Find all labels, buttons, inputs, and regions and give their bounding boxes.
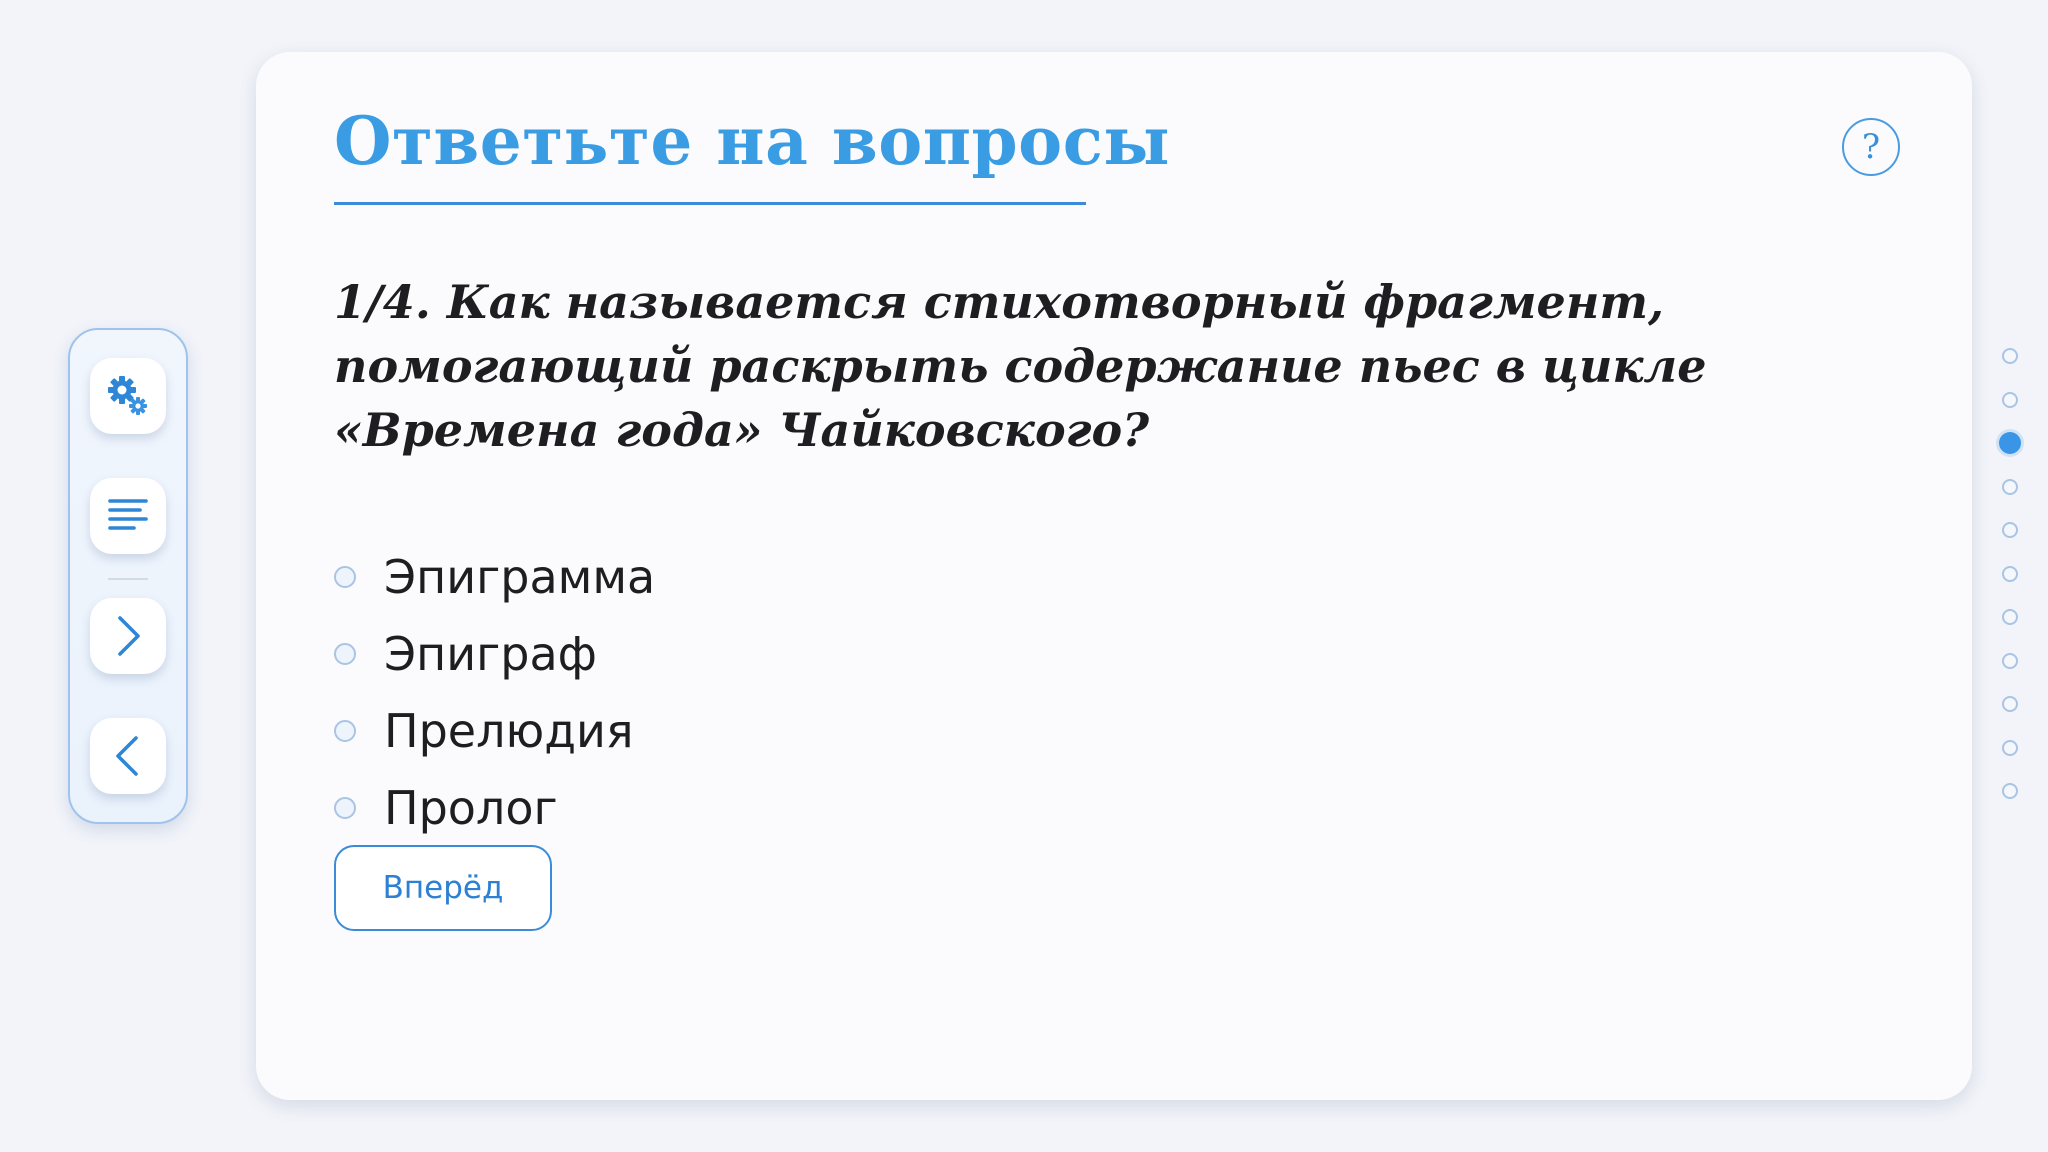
answer-option[interactable]: Пролог	[334, 769, 1134, 846]
chevron-left-icon	[116, 736, 138, 776]
answer-option[interactable]: Эпиграмма	[334, 538, 1134, 615]
chevron-right-icon	[118, 616, 140, 656]
progress-dot[interactable]	[2002, 652, 2018, 669]
settings-button[interactable]	[90, 358, 166, 434]
progress-dot[interactable]	[2002, 391, 2018, 408]
answer-option-label: Эпиграмма	[384, 549, 656, 604]
progress-dot[interactable]	[2002, 478, 2018, 495]
answer-option-label: Эпиграф	[384, 626, 597, 681]
quiz-card: Ответьте на вопросы ? 1/4. Как называетс…	[256, 52, 1972, 1100]
title-underline	[334, 202, 1086, 205]
side-toolbar	[68, 328, 188, 824]
progress-dot[interactable]	[2002, 739, 2018, 756]
answer-option[interactable]: Прелюдия	[334, 692, 1134, 769]
help-button[interactable]: ?	[1842, 118, 1900, 176]
question-text: 1/4. Как называется стихотворный фрагмен…	[334, 275, 1707, 457]
progress-dot[interactable]	[2002, 783, 2018, 799]
radio-button[interactable]	[334, 565, 356, 588]
next-button[interactable]: Вперёд	[334, 845, 552, 931]
next-page-button[interactable]	[90, 598, 166, 674]
radio-button[interactable]	[334, 796, 356, 819]
gear-icon	[108, 376, 147, 415]
radio-button[interactable]	[334, 719, 356, 742]
answer-option[interactable]: Эпиграф	[334, 615, 1134, 692]
progress-dot[interactable]	[2002, 565, 2018, 582]
radio-button[interactable]	[334, 642, 356, 665]
progress-dot[interactable]	[2002, 348, 2018, 364]
page-title: Ответьте на вопросы	[334, 102, 1171, 180]
answer-option-label: Прелюдия	[384, 703, 634, 758]
previous-page-button[interactable]	[90, 718, 166, 794]
progress-dot[interactable]	[2002, 696, 2018, 712]
progress-dot-current[interactable]	[1999, 432, 2021, 454]
page: Ответьте на вопросы ? 1/4. Как называетс…	[0, 0, 2048, 1152]
question-mark-icon: ?	[1861, 127, 1881, 167]
answer-option-label: Пролог	[384, 780, 558, 835]
toolbar-divider	[108, 578, 148, 580]
progress-dot[interactable]	[2002, 522, 2018, 538]
contents-button[interactable]	[90, 478, 166, 554]
list-icon	[108, 499, 148, 530]
progress-dot[interactable]	[2002, 609, 2018, 625]
answer-options: Эпиграмма Эпиграф Прелюдия Пролог	[334, 538, 1134, 846]
